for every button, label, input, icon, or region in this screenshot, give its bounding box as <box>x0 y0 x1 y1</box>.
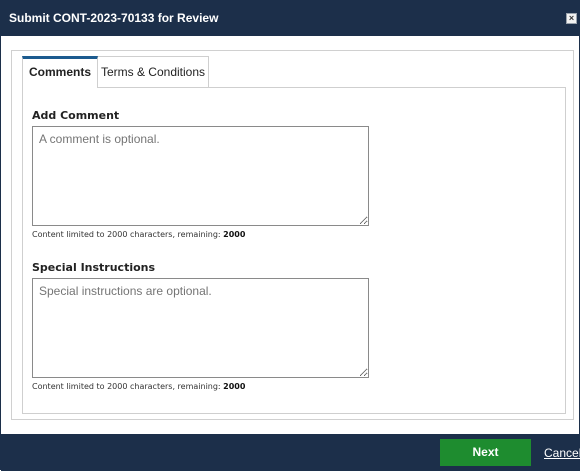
instructions-limit-prefix: Content limited to 2000 characters, rema… <box>32 382 224 391</box>
instructions-limit-text: Content limited to 2000 characters, rema… <box>32 382 245 391</box>
comments-panel: Add Comment Content limited to 2000 char… <box>22 87 566 414</box>
dialog-titlebar: Submit CONT-2023-70133 for Review × <box>1 1 580 36</box>
dialog-footer: Next Cancel <box>1 434 580 471</box>
comment-limit-text: Content limited to 2000 characters, rema… <box>32 230 245 239</box>
add-comment-label: Add Comment <box>32 109 120 122</box>
special-instructions-input[interactable] <box>32 278 369 378</box>
next-button[interactable]: Next <box>440 439 531 466</box>
dialog-body: Comments Terms & Conditions Add Comment … <box>11 50 574 420</box>
comment-remaining-count: 2000 <box>223 230 246 239</box>
dialog-title: Submit CONT-2023-70133 for Review <box>9 11 219 25</box>
instructions-remaining-count: 2000 <box>223 382 246 391</box>
special-instructions-label: Special Instructions <box>32 261 156 274</box>
add-comment-input[interactable] <box>32 126 369 226</box>
comment-limit-prefix: Content limited to 2000 characters, rema… <box>32 230 224 239</box>
tab-comments[interactable]: Comments <box>22 56 98 88</box>
submit-review-dialog: Submit CONT-2023-70133 for Review × Comm… <box>0 0 580 471</box>
close-icon[interactable]: × <box>566 13 577 24</box>
tab-terms-and-conditions[interactable]: Terms & Conditions <box>97 56 209 87</box>
cancel-link[interactable]: Cancel <box>544 446 580 460</box>
